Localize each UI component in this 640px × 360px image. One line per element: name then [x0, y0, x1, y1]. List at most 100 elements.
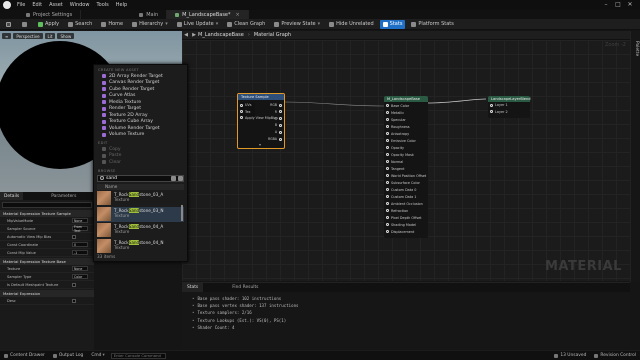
palette-side-tab[interactable]: Palette: [630, 31, 640, 282]
pin-input[interactable]: Subsurface Color: [384, 179, 428, 186]
tab-details[interactable]: Details: [0, 192, 24, 200]
menu-help[interactable]: Help: [116, 2, 127, 8]
property-value[interactable]: From Text: [72, 225, 88, 233]
landscape-layer-blend-node[interactable]: LandscapeLayerBlend Layer 1 Layer 2: [488, 96, 531, 118]
pin-output-r[interactable]: R: [275, 110, 282, 114]
pin-input[interactable]: Normal: [384, 158, 428, 165]
property-category[interactable]: Material Expression Texture Base: [0, 258, 94, 265]
save-button[interactable]: [3, 20, 16, 29]
live-update-button[interactable]: Live Update ▾: [174, 20, 221, 29]
pin-input[interactable]: Roughness: [384, 123, 428, 130]
content-drawer-button[interactable]: Content Drawer: [0, 351, 49, 360]
create-item[interactable]: Volume Texture: [94, 132, 187, 139]
menu-window[interactable]: Window: [70, 2, 90, 8]
collapse-chevron-icon[interactable]: ▾: [259, 142, 261, 147]
search-button[interactable]: Search: [65, 20, 95, 29]
maximize-button[interactable]: □: [612, 1, 624, 8]
pin-output-rgb[interactable]: RGB: [270, 103, 282, 107]
texture-sample-node[interactable]: Texture Sample UVs Tex Apply View MipBia…: [237, 93, 285, 149]
tab-parameters[interactable]: Parameters: [47, 192, 80, 200]
pin-input[interactable]: Opacity Mask: [384, 151, 428, 158]
create-item-label: Texture 2D Array: [109, 112, 148, 118]
browse-button[interactable]: [19, 20, 32, 29]
pin-output-g[interactable]: G: [275, 117, 282, 121]
pin-input[interactable]: World Position Offset: [384, 172, 428, 179]
lit-button[interactable]: Lit: [44, 33, 56, 39]
pin-input[interactable]: Shading Model: [384, 221, 428, 228]
tab-find-results[interactable]: Find Results: [227, 283, 263, 292]
forward-arrow-icon[interactable]: ▶: [190, 32, 198, 38]
property-value[interactable]: -1: [72, 250, 88, 255]
property-value[interactable]: None: [72, 218, 88, 223]
property-value[interactable]: Color: [72, 274, 88, 279]
pin-output-a[interactable]: A: [275, 130, 282, 134]
pin-input[interactable]: Ambient Occlusion: [384, 200, 428, 207]
column-header-name[interactable]: Name: [97, 183, 184, 190]
home-button[interactable]: Home: [98, 20, 126, 29]
menu-asset[interactable]: Asset: [49, 2, 63, 8]
pin-input[interactable]: Anisotropy: [384, 130, 428, 137]
preview-state-button[interactable]: Preview State ▾: [271, 20, 323, 29]
clean-graph-button[interactable]: Clean Graph: [224, 20, 268, 29]
material-result-node[interactable]: M_LandscapeBase Base Color Metallic Specul…: [384, 96, 428, 238]
tab-material-editor[interactable]: M_LandscapeBase* ×: [167, 10, 249, 19]
property-checkbox[interactable]: [72, 298, 76, 303]
asset-row[interactable]: T_RockSandstone_03_A Texture: [97, 190, 184, 206]
pin-view-mip-bias[interactable]: Apply View MipBias: [238, 115, 278, 121]
show-button[interactable]: Show: [57, 33, 75, 39]
property-checkbox[interactable]: [72, 282, 76, 287]
property-category[interactable]: Material Expression Texture Sample: [0, 210, 94, 217]
pin-input[interactable]: Emissive Color: [384, 137, 428, 144]
pin-output-b[interactable]: B: [275, 123, 282, 127]
asset-list-scrollbar[interactable]: [181, 205, 183, 221]
details-search-input[interactable]: [2, 202, 92, 208]
hide-unrelated-button[interactable]: Hide Unrelated: [326, 20, 377, 29]
pin-input[interactable]: Specular: [384, 116, 428, 123]
asset-row[interactable]: T_RockSandstone_04_N Texture: [97, 238, 184, 254]
tab-project-settings[interactable]: Project Settings: [18, 10, 82, 19]
back-arrow-icon[interactable]: ◀: [182, 32, 190, 38]
pin-input[interactable]: Base Color: [384, 102, 428, 109]
hierarchy-button[interactable]: Hierarchy ▾: [129, 20, 171, 29]
menu-file[interactable]: File: [17, 2, 25, 8]
property-category[interactable]: Material Expression: [0, 290, 94, 297]
output-log-button[interactable]: Output Log: [49, 351, 88, 360]
property-value[interactable]: None: [72, 266, 88, 271]
platform-stats-button[interactable]: Platform Stats: [408, 20, 456, 29]
pin-output-rgba[interactable]: RGBA: [268, 137, 282, 141]
unsaved-button[interactable]: 13 Unsaved: [550, 351, 590, 360]
pin-layer-2[interactable]: Layer 2: [488, 108, 530, 114]
pin-input[interactable]: Opacity: [384, 144, 428, 151]
pin-input[interactable]: Pixel Depth Offset: [384, 214, 428, 221]
menu-tools[interactable]: Tools: [96, 2, 108, 8]
settings-icon[interactable]: [178, 176, 183, 181]
edit-item-clear[interactable]: Clear: [94, 159, 187, 166]
stats-button[interactable]: Stats: [379, 19, 406, 29]
apply-button[interactable]: Apply: [35, 20, 62, 29]
tab-stats[interactable]: Stats: [182, 283, 204, 292]
unreal-logo-icon[interactable]: [3, 1, 11, 9]
viewport-menu-button[interactable]: ≡: [2, 33, 12, 39]
close-window-button[interactable]: ✕: [624, 1, 636, 8]
console-command-input[interactable]: Enter Console Command: [110, 352, 166, 359]
cmd-selector[interactable]: Cmd ▾: [87, 351, 108, 360]
pin-input[interactable]: Displacement: [384, 228, 428, 235]
property-value[interactable]: 0: [72, 242, 88, 247]
breadcrumb-material[interactable]: M_LandscapeBase: [198, 32, 244, 38]
close-tab-icon[interactable]: ×: [236, 12, 240, 18]
breadcrumb-graph[interactable]: Material Graph: [254, 32, 291, 38]
asset-row[interactable]: T_RockSandstone_04_A Texture: [97, 222, 184, 238]
pin-input[interactable]: Tangent: [384, 165, 428, 172]
property-checkbox[interactable]: [72, 234, 76, 239]
asset-row[interactable]: T_RockSandstone_03_N Texture: [97, 206, 184, 222]
pin-input[interactable]: Refraction: [384, 207, 428, 214]
pin-input[interactable]: Metallic: [384, 109, 428, 116]
perspective-button[interactable]: Perspective: [13, 33, 43, 39]
folder-icon[interactable]: [171, 176, 176, 181]
pin-input[interactable]: Custom Data 0: [384, 186, 428, 193]
menu-edit[interactable]: Edit: [32, 2, 42, 8]
pin-input[interactable]: Custom Data 1: [384, 193, 428, 200]
tab-main[interactable]: Main: [131, 10, 168, 19]
revision-control-button[interactable]: Revision Control: [590, 351, 640, 360]
minimize-button[interactable]: –: [600, 1, 612, 8]
